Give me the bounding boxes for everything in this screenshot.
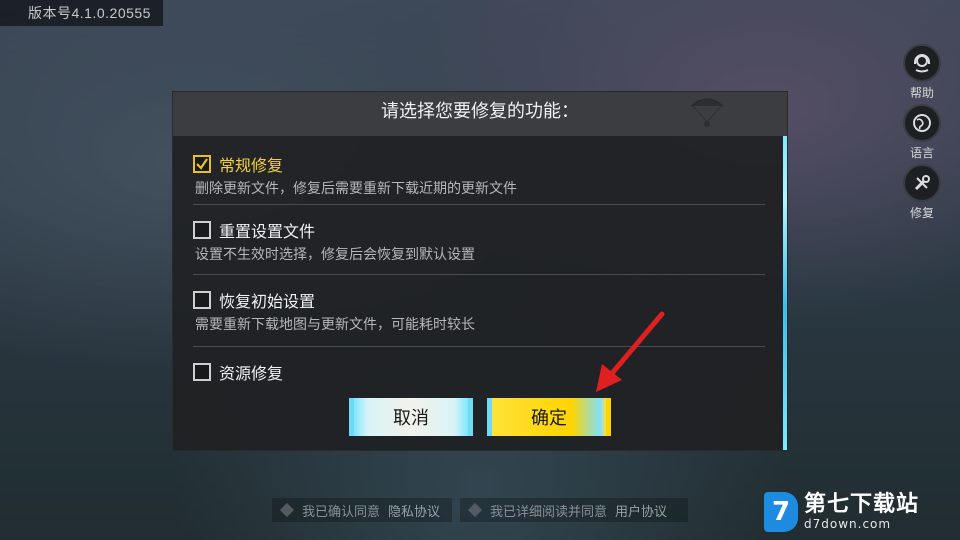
option-title: 常规修复 xyxy=(219,156,284,175)
option-title: 重置设置文件 xyxy=(219,222,316,241)
cancel-button[interactable]: 取消 xyxy=(349,398,473,436)
repair-label: 修复 xyxy=(909,206,934,220)
user-agreement[interactable]: 我已详细阅读并同意 用户协议 xyxy=(460,498,688,522)
divider xyxy=(193,274,765,275)
option-general-repair[interactable]: 常规修复 删除更新文件，修复后需要重新下载近期的更新文件 xyxy=(193,152,765,198)
option-reset-settings[interactable]: 重置设置文件 设置不生效时选择，修复后会恢复到默认设置 xyxy=(193,218,765,264)
language-button[interactable]: 语言 xyxy=(902,104,942,161)
red-arrow-annotation xyxy=(596,311,665,392)
help-button[interactable]: 帮助 xyxy=(902,44,942,101)
option-restore-initial[interactable]: 恢复初始设置 需要重新下载地图与更新文件，可能耗时较长 xyxy=(193,288,765,334)
language-label: 语言 xyxy=(909,146,934,160)
dialog-header: 请选择您要修复的功能： xyxy=(173,92,787,136)
checkbox-resource-repair[interactable] xyxy=(193,363,211,381)
option-resource-repair[interactable]: 资源修复 xyxy=(193,360,765,384)
watermark-logo: 7 xyxy=(764,492,798,532)
dialog-title: 请选择您要修复的功能： xyxy=(381,101,579,122)
parachute-icon xyxy=(690,98,724,127)
divider xyxy=(193,204,765,205)
checkbox-reset-settings[interactable] xyxy=(193,221,211,239)
privacy-link[interactable]: 隐私协议 xyxy=(388,501,440,520)
confirm-button[interactable]: 确定 xyxy=(487,398,611,436)
version-label: 版本号4.1.0.20555 xyxy=(0,0,163,26)
user-link[interactable]: 用户协议 xyxy=(615,501,667,520)
dialog-edge-decoration xyxy=(783,92,787,450)
checkbox-restore-initial[interactable] xyxy=(193,291,211,309)
user-prefix: 我已详细阅读并同意 xyxy=(490,504,608,520)
checkbox-diamond-icon[interactable] xyxy=(467,502,483,518)
repair-button[interactable]: 修复 xyxy=(902,164,942,221)
check-icon xyxy=(196,158,208,170)
option-title: 恢复初始设置 xyxy=(219,292,316,311)
option-description: 设置不生效时选择，修复后会恢复到默认设置 xyxy=(195,247,475,263)
divider xyxy=(193,346,765,347)
globe-icon xyxy=(903,104,941,142)
watermark-url: d7down.com xyxy=(804,517,892,531)
wrench-icon xyxy=(903,164,941,202)
option-title: 资源修复 xyxy=(219,364,284,383)
option-description: 删除更新文件，修复后需要重新下载近期的更新文件 xyxy=(195,181,517,197)
site-watermark: 7 第七下载站 d7down.com xyxy=(764,492,919,532)
checkbox-general-repair[interactable] xyxy=(193,155,211,173)
checkbox-diamond-icon[interactable] xyxy=(279,502,295,518)
headset-icon xyxy=(903,44,941,82)
privacy-prefix: 我已确认同意 xyxy=(302,504,381,520)
option-description: 需要重新下载地图与更新文件，可能耗时较长 xyxy=(195,317,475,333)
repair-dialog: 请选择您要修复的功能： 常规修复 删除更新文件，修复后需要重新下载近期的更新文件… xyxy=(173,92,787,450)
help-label: 帮助 xyxy=(909,86,934,100)
privacy-agreement[interactable]: 我已确认同意 隐私协议 xyxy=(272,498,452,522)
watermark-name: 第七下载站 xyxy=(804,492,920,517)
